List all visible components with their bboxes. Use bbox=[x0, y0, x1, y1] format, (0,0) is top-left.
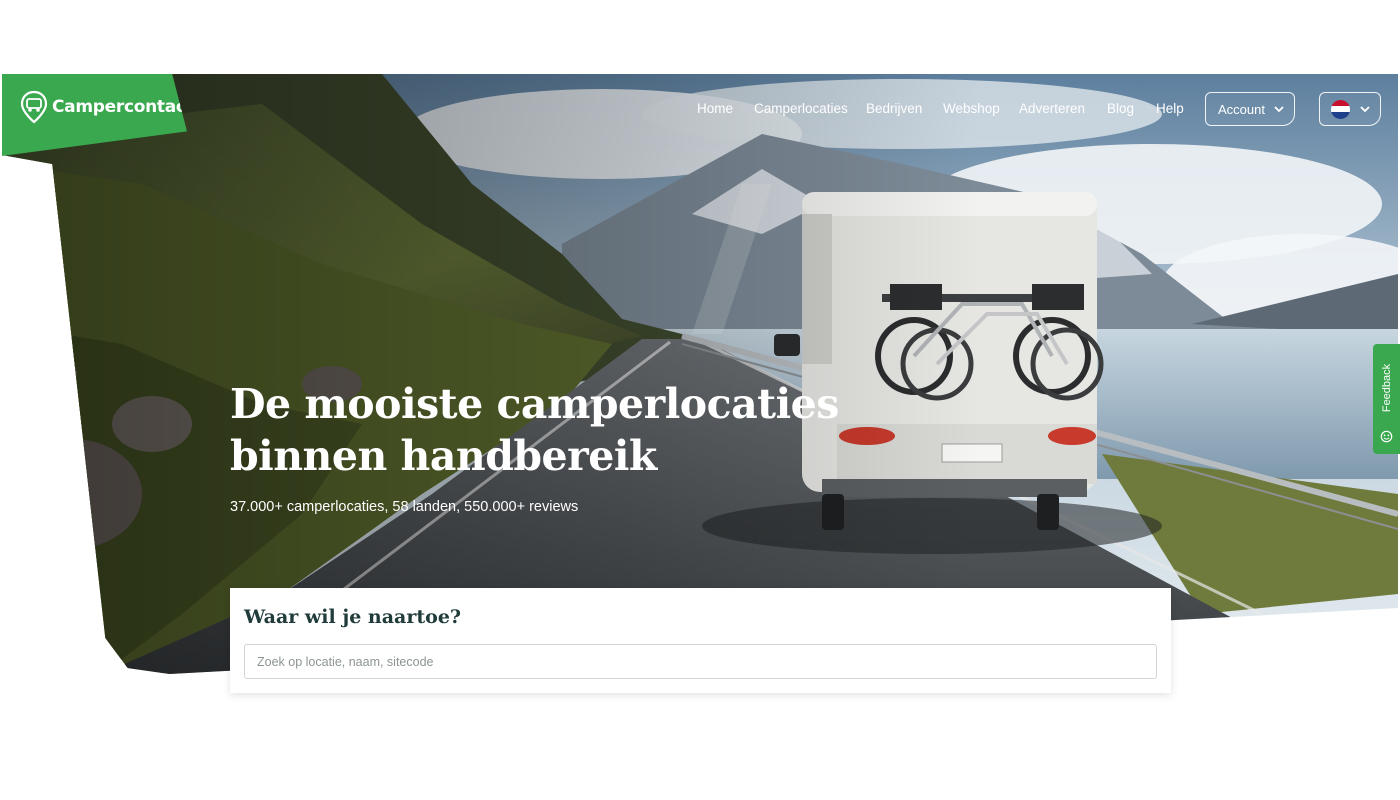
nav-link-webshop[interactable]: Webshop bbox=[943, 101, 1000, 116]
nav-link-camperlocaties[interactable]: Camperlocaties bbox=[754, 101, 848, 116]
hero-title: De mooiste camperlocaties binnen handber… bbox=[230, 378, 839, 482]
chevron-down-icon bbox=[1360, 106, 1370, 113]
hero-title-line-1: De mooiste camperlocaties bbox=[230, 380, 839, 428]
hero-title-line-2: binnen handbereik bbox=[230, 432, 657, 480]
account-button[interactable]: Account bbox=[1205, 92, 1295, 126]
hero-banner bbox=[2, 74, 1398, 674]
chevron-down-icon bbox=[1274, 106, 1284, 113]
main-nav: Home Camperlocaties Bedrijven Webshop Ad… bbox=[0, 92, 1400, 127]
feedback-tab[interactable]: Feedback bbox=[1373, 344, 1400, 454]
nav-link-bedrijven[interactable]: Bedrijven bbox=[866, 101, 922, 116]
hero-subtitle: 37.000+ camperlocaties, 58 landen, 550.0… bbox=[230, 499, 579, 515]
feedback-label: Feedback bbox=[1380, 363, 1393, 413]
feedback-icon bbox=[1380, 430, 1393, 443]
language-selector[interactable] bbox=[1319, 92, 1381, 126]
search-input[interactable] bbox=[244, 644, 1157, 679]
account-label: Account bbox=[1218, 101, 1265, 117]
nav-link-blog[interactable]: Blog bbox=[1107, 101, 1134, 116]
nav-link-adverteren[interactable]: Adverteren bbox=[1019, 101, 1085, 116]
nav-link-home[interactable]: Home bbox=[697, 101, 733, 116]
search-title: Waar wil je naartoe? bbox=[244, 606, 462, 628]
nav-link-help[interactable]: Help bbox=[1156, 101, 1184, 116]
nl-flag-icon bbox=[1331, 99, 1350, 119]
search-card: Waar wil je naartoe? bbox=[230, 588, 1171, 693]
hero-overlay bbox=[2, 74, 1398, 674]
